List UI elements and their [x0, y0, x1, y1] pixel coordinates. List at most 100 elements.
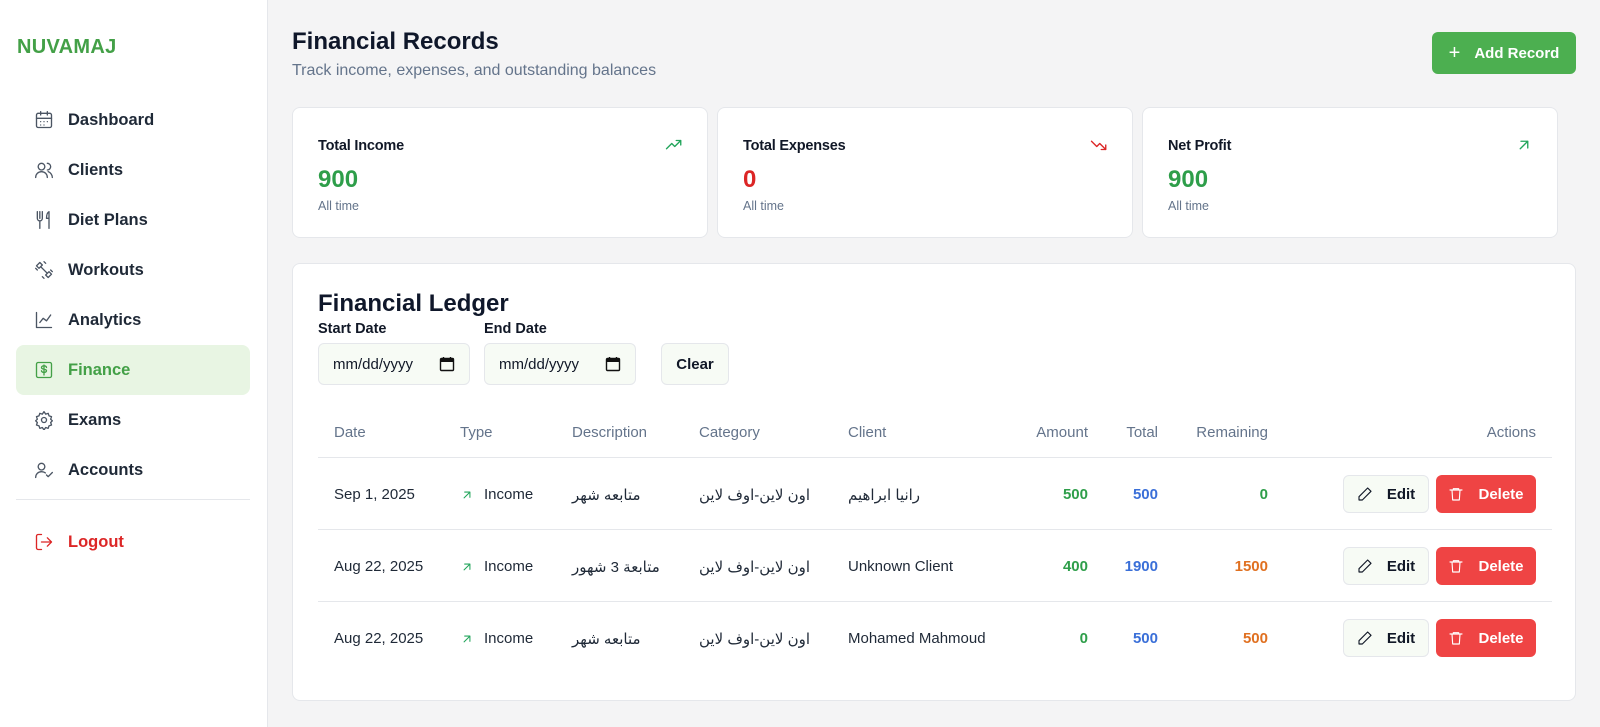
start-date-label: Start Date — [318, 321, 387, 337]
end-date-value: mm/dd/yyyy — [499, 355, 580, 373]
sidebar-item-finance[interactable]: Finance — [16, 345, 250, 395]
column-header-description[interactable]: Description — [572, 424, 647, 441]
gear-icon — [34, 410, 54, 430]
type-label: Income — [484, 630, 534, 647]
cell-type: Income — [460, 486, 533, 503]
column-header-remaining[interactable]: Remaining — [1196, 424, 1268, 441]
end-date-label: End Date — [484, 321, 547, 337]
trash-icon — [1449, 632, 1464, 645]
sidebar-item-clients[interactable]: Clients — [16, 145, 250, 195]
cell-category: اون لاين-اوف لاين — [699, 559, 811, 576]
column-header-total[interactable]: Total — [1126, 424, 1158, 441]
sidebar-item-label: Clients — [68, 160, 124, 179]
edit-button[interactable]: Edit — [1343, 547, 1429, 585]
type-label: Income — [484, 486, 534, 503]
dollar-square-icon — [34, 360, 54, 380]
edit-label: Edit — [1386, 557, 1416, 575]
calendar-icon[interactable] — [605, 356, 621, 372]
table-row: Aug 22, 2025 Income متابعه شهر اون لاين-… — [318, 602, 1552, 674]
page-subtitle: Track income, expenses, and outstanding … — [292, 62, 657, 79]
cell-remaining: 0 — [1259, 486, 1268, 503]
sidebar-item-analytics[interactable]: Analytics — [16, 295, 250, 345]
arrow-up-right-icon — [463, 563, 471, 570]
financial-ledger: Financial Ledger Start Date End Date mm/… — [292, 263, 1576, 701]
stat-hint: All time — [1168, 199, 1209, 213]
stat-card-total-expenses: Total Expenses 0 All time — [717, 107, 1133, 238]
calendar-icon[interactable] — [439, 356, 455, 372]
stat-label: Total Income — [318, 138, 404, 154]
users-icon — [34, 160, 54, 180]
dumbbell-icon — [34, 260, 54, 280]
delete-button[interactable]: Delete — [1436, 619, 1536, 657]
table-row: Sep 1, 2025 Income متابعه شهر اون لاين-ا… — [318, 458, 1552, 530]
cell-remaining: 500 — [1242, 630, 1268, 647]
sidebar-item-exams[interactable]: Exams — [16, 395, 250, 445]
plus-icon: + — [1448, 42, 1461, 64]
stat-hint: All time — [318, 199, 359, 213]
sidebar-nav: Dashboard Clients Diet Plans Workouts An… — [16, 95, 250, 495]
delete-label: Delete — [1478, 485, 1524, 503]
cell-category: اون لاين-اوف لاين — [699, 631, 811, 648]
sidebar-item-label: Dashboard — [68, 110, 155, 129]
pencil-icon — [1358, 487, 1372, 501]
column-header-client[interactable]: Client — [848, 424, 886, 441]
table-header: Date Type Description Category Client Am… — [318, 406, 1552, 458]
cell-description: متابعة 3 شهور — [572, 559, 660, 576]
cell-client: Unknown Client — [848, 558, 954, 575]
start-date-value: mm/dd/yyyy — [333, 355, 414, 373]
main-content: Financial Records Track income, expenses… — [268, 0, 1600, 727]
stat-value: 0 — [743, 166, 757, 193]
stat-card-total-income: Total Income 900 All time — [292, 107, 708, 238]
start-date-input[interactable]: mm/dd/yyyy — [318, 343, 470, 385]
table-row: Aug 22, 2025 Income متابعة 3 شهور اون لا… — [318, 530, 1552, 602]
edit-button[interactable]: Edit — [1343, 475, 1429, 513]
cell-date: Aug 22, 2025 — [334, 558, 424, 575]
brand-logo[interactable]: NUVAMAJ — [17, 36, 117, 59]
user-check-icon — [34, 460, 54, 480]
cell-date: Aug 22, 2025 — [334, 630, 424, 647]
sidebar-item-workouts[interactable]: Workouts — [16, 245, 250, 295]
sidebar-item-accounts[interactable]: Accounts — [16, 445, 250, 495]
stat-value: 900 — [318, 166, 359, 193]
logout-label: Logout — [68, 532, 124, 551]
add-record-button[interactable]: + Add Record — [1432, 32, 1576, 74]
sidebar-divider — [16, 499, 250, 500]
sidebar-item-label: Diet Plans — [68, 210, 148, 229]
arrow-up-right-icon — [1515, 136, 1533, 154]
ledger-title: Financial Ledger — [318, 290, 509, 317]
cell-amount: 0 — [1079, 630, 1088, 647]
end-date-input[interactable]: mm/dd/yyyy — [484, 343, 636, 385]
cell-date: Sep 1, 2025 — [334, 486, 415, 503]
sidebar-item-label: Finance — [68, 360, 131, 379]
cell-description: متابعه شهر — [572, 631, 641, 648]
cell-remaining: 1500 — [1234, 558, 1268, 575]
column-header-actions: Actions — [1486, 424, 1536, 441]
delete-label: Delete — [1478, 557, 1524, 575]
chart-line-icon — [34, 310, 54, 330]
calendar-icon — [34, 110, 54, 130]
ledger-table: Date Type Description Category Client Am… — [318, 406, 1552, 674]
trash-icon — [1449, 560, 1464, 573]
logout-button[interactable]: Logout — [16, 517, 250, 567]
column-header-date[interactable]: Date — [334, 424, 366, 441]
stat-hint: All time — [743, 199, 784, 213]
edit-label: Edit — [1386, 629, 1416, 647]
sidebar-item-diet-plans[interactable]: Diet Plans — [16, 195, 250, 245]
sidebar-item-label: Analytics — [68, 310, 142, 329]
column-header-category[interactable]: Category — [699, 424, 760, 441]
delete-button[interactable]: Delete — [1436, 547, 1536, 585]
trending-up-icon — [665, 136, 683, 154]
sidebar: NUVAMAJ Dashboard Clients Diet Plans Wor… — [0, 0, 268, 727]
edit-button[interactable]: Edit — [1343, 619, 1429, 657]
cell-total: 500 — [1132, 630, 1158, 647]
column-header-amount[interactable]: Amount — [1036, 424, 1088, 441]
type-label: Income — [484, 558, 534, 575]
sidebar-item-dashboard[interactable]: Dashboard — [16, 95, 250, 145]
column-header-type[interactable]: Type — [460, 424, 493, 441]
cell-description: متابعه شهر — [572, 487, 641, 504]
cell-client: رانيا ابراهيم — [848, 487, 921, 504]
stat-label: Total Expenses — [743, 138, 846, 154]
sidebar-item-label: Workouts — [68, 260, 144, 279]
delete-button[interactable]: Delete — [1436, 475, 1536, 513]
clear-filter-button[interactable]: Clear — [661, 343, 729, 385]
